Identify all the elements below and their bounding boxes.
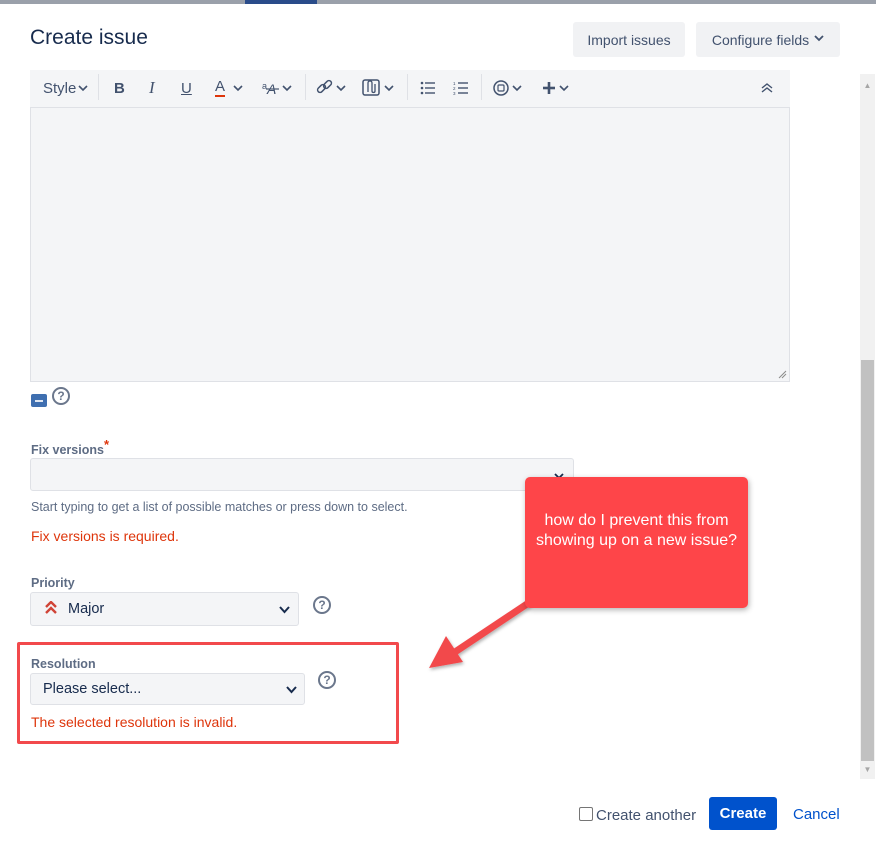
text-format-icon: a A [262,81,292,96]
priority-label: Priority [31,576,75,590]
annotation-callout: how do I prevent this from showing up on… [525,477,748,608]
collapse-toolbar-button[interactable] [761,74,773,102]
create-another-label[interactable]: Create another [596,807,696,824]
numbered-list-icon: 1 2 3 [453,81,468,95]
fix-versions-error: Fix versions is required. [31,528,179,544]
configure-fields-label: Configure fields [711,31,810,48]
import-issues-button[interactable]: Import issues [573,22,685,57]
required-marker: * [103,437,110,452]
text-color-icon: A [215,78,226,97]
chevron-down-icon [233,84,243,91]
plus-icon [543,82,569,94]
editor-toolbar: Style B I U A a A 1 2 3 [30,70,790,108]
priority-value: Major [68,601,105,617]
description-editor[interactable] [30,108,790,382]
italic-icon: I [149,78,155,97]
import-issues-label: Import issues [587,31,671,48]
attachment-icon [362,79,394,96]
top-progress-accent [245,0,317,4]
svg-text:3: 3 [453,91,456,95]
create-button[interactable]: Create [709,797,777,830]
chevron-down-icon [814,34,824,45]
bold-button[interactable]: B [114,74,125,102]
insert-more-button[interactable] [542,74,572,102]
highlight-box [17,642,399,744]
priority-select[interactable]: Major [30,592,299,626]
fix-versions-hint: Start typing to get a list of possible m… [31,500,408,514]
help-icon[interactable]: ? [52,387,70,405]
underline-icon: U [181,79,192,97]
link-button[interactable] [315,74,349,102]
chevron-down-icon [78,84,88,91]
bullet-list-icon [420,81,435,95]
text-color-button[interactable]: A [215,74,243,102]
fix-versions-label: Fix versions* [31,437,109,457]
toolbar-divider [481,74,482,100]
toolbar-divider [407,74,408,100]
style-label: Style [43,79,77,97]
italic-button[interactable]: I [149,74,155,102]
cancel-link[interactable]: Cancel [793,806,840,823]
emoji-icon [493,80,522,96]
scroll-down-arrow-icon[interactable]: ▼ [860,762,875,778]
emoji-button[interactable] [493,74,525,102]
fix-versions-label-text: Fix versions [31,443,104,457]
dialog-title: Create issue [30,26,148,49]
toolbar-divider [98,74,99,100]
top-progress-bar [0,0,876,4]
style-dropdown[interactable]: Style [43,74,88,102]
underline-button[interactable]: U [181,74,192,102]
configure-fields-button[interactable]: Configure fields [696,22,840,57]
fix-versions-input[interactable] [30,458,574,491]
priority-major-icon [45,601,57,614]
numbered-list-button[interactable]: 1 2 3 [453,74,469,102]
create-another-checkbox[interactable] [579,807,593,821]
chevron-down-icon [279,606,290,614]
resize-handle-icon[interactable] [778,370,787,379]
attachment-button[interactable] [361,74,397,102]
create-button-label: Create [719,805,767,822]
collapse-icon [761,83,773,93]
text-format-button[interactable]: a A [261,74,293,102]
toolbar-divider [305,74,306,100]
link-icon [316,79,346,94]
scrollbar-thumb[interactable] [861,360,874,761]
scroll-up-arrow-icon[interactable]: ▲ [860,78,875,94]
help-icon[interactable]: ? [313,596,331,614]
bullet-list-button[interactable] [420,74,436,102]
bold-icon: B [114,79,125,97]
folder-icon[interactable] [31,394,47,407]
